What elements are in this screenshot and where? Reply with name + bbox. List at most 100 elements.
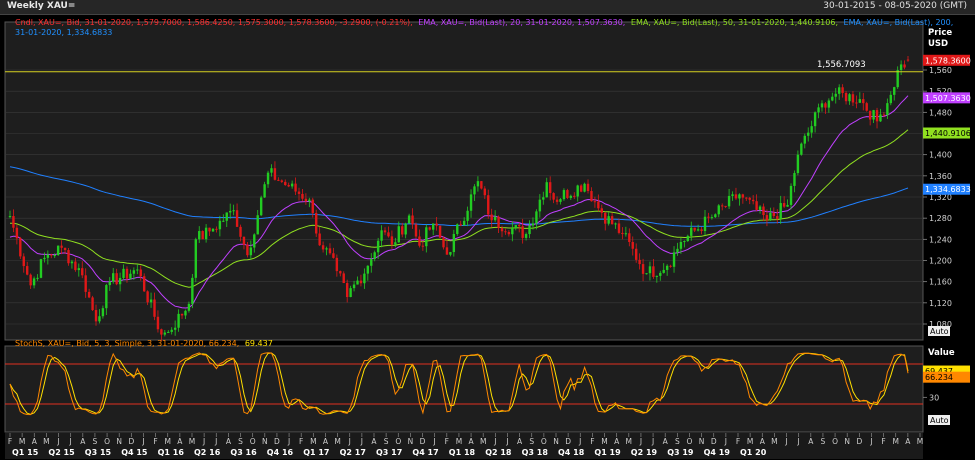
month-label: S xyxy=(238,437,243,446)
price-tick-label: 1,120 xyxy=(929,299,952,308)
time-axis[interactable]: FMAMJJASONDJFMAMJJASONDJFMAMJJASONDJFMAM… xyxy=(5,433,923,459)
candle-body xyxy=(624,233,628,235)
candle-body xyxy=(335,257,339,272)
candle-body xyxy=(301,193,304,199)
candle-body xyxy=(163,332,167,335)
candle-body xyxy=(882,114,886,116)
candle-body xyxy=(707,216,710,218)
candle-body xyxy=(115,273,118,285)
candle-body xyxy=(180,313,184,316)
month-label: F xyxy=(445,437,449,446)
quarter-label: Q2 17 xyxy=(340,448,366,457)
candle-body xyxy=(342,273,345,284)
candle-body xyxy=(225,212,228,221)
candle-body xyxy=(473,186,476,195)
quarter-label: Q4 15 xyxy=(121,448,148,457)
candle-body xyxy=(328,248,332,254)
candle-body xyxy=(404,223,407,235)
candle-body xyxy=(387,232,390,237)
date-range: 30-01-2015 - 08-05-2020 (GMT) xyxy=(823,1,967,11)
candle-body xyxy=(755,201,758,210)
month-label: S xyxy=(384,437,389,446)
month-label: M xyxy=(189,437,195,446)
candle-body xyxy=(497,216,500,228)
candle-body xyxy=(136,269,139,271)
candle-body xyxy=(32,278,36,286)
candle-body xyxy=(352,284,356,289)
quarter-label: Q3 19 xyxy=(667,448,694,457)
candle-body xyxy=(74,261,77,271)
candle-body xyxy=(397,226,400,243)
candle-body xyxy=(566,190,569,198)
candle-body xyxy=(590,191,593,202)
price-tick-labels: 1,5601,5201,4801,4401,4001,3601,3201,280… xyxy=(923,66,952,329)
price-panel-background xyxy=(4,21,924,341)
candle-body xyxy=(727,195,731,207)
candle-body xyxy=(579,185,583,192)
candle-body xyxy=(831,96,834,101)
candle-body xyxy=(287,185,290,187)
quarter-label: Q4 19 xyxy=(704,448,731,457)
quarter-label: Q4 16 xyxy=(267,448,294,457)
chart-canvas[interactable]: 1,556.7093 Cndl, XAU=, Bid, 31-01-2020, … xyxy=(0,15,975,460)
candle-body xyxy=(700,229,703,232)
candle-body xyxy=(817,107,820,113)
candle-body xyxy=(634,248,638,260)
candle-body xyxy=(249,247,253,256)
candle-body xyxy=(896,70,899,88)
price-tick-label: 1,480 xyxy=(929,108,952,117)
candle-body xyxy=(865,103,868,111)
candle-body xyxy=(19,238,22,257)
candle-body xyxy=(875,110,879,122)
stoch-auto-button[interactable]: Auto xyxy=(930,416,949,425)
candle-body xyxy=(46,254,50,258)
candle-body xyxy=(786,204,789,207)
candle-body xyxy=(345,283,349,298)
candle-body xyxy=(631,242,634,249)
candle-body xyxy=(641,264,645,274)
candle-body xyxy=(645,273,648,275)
month-label: J xyxy=(433,437,436,446)
candle-body xyxy=(487,195,490,215)
candle-body xyxy=(837,87,841,94)
candle-body xyxy=(81,268,84,276)
month-label: M xyxy=(310,437,316,446)
candle-body xyxy=(655,275,659,277)
reference-price-label: 1,556.7093 xyxy=(817,60,866,70)
candle-body xyxy=(366,265,370,274)
candle-body xyxy=(98,316,101,322)
candle-body xyxy=(576,185,579,197)
candle-body xyxy=(442,237,445,248)
candle-body xyxy=(129,273,132,279)
price-axis[interactable]: Price USD 1,5601,5201,4801,4401,4001,360… xyxy=(923,28,952,329)
month-label: M xyxy=(626,437,632,446)
candle-body xyxy=(652,266,655,277)
candle-body xyxy=(607,216,610,224)
candle-body xyxy=(559,199,562,202)
month-label: J xyxy=(348,437,351,446)
candle-body xyxy=(242,236,246,245)
price-auto-button[interactable]: Auto xyxy=(930,327,949,336)
month-label: M xyxy=(164,437,170,446)
candle-body xyxy=(466,210,469,221)
month-label: A xyxy=(905,437,911,446)
stoch-k-badge: 66.234 xyxy=(925,373,953,382)
month-label: A xyxy=(177,437,183,446)
candle-body xyxy=(772,212,776,217)
month-label: A xyxy=(614,437,620,446)
candle-body xyxy=(855,102,858,104)
candle-body xyxy=(108,281,111,286)
candle-body xyxy=(356,280,359,285)
month-label: O xyxy=(687,437,693,446)
month-label: A xyxy=(808,437,814,446)
candle-body xyxy=(827,100,831,108)
month-label: M xyxy=(892,437,898,446)
candle-body xyxy=(872,110,875,120)
month-label: F xyxy=(881,437,885,446)
month-label: A xyxy=(226,437,232,446)
quarter-label: Q4 17 xyxy=(412,448,438,457)
candle-body xyxy=(793,173,796,186)
candle-body xyxy=(201,231,204,240)
candle-body xyxy=(548,182,552,194)
candle-body xyxy=(693,227,696,231)
